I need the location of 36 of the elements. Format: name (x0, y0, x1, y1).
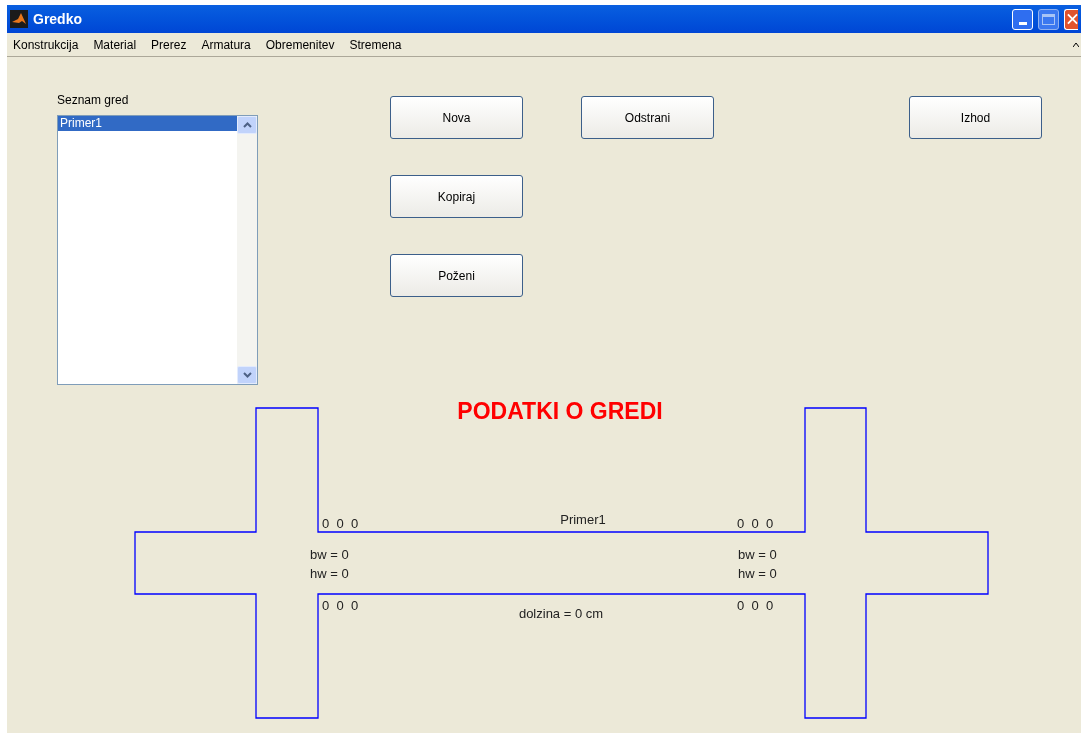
menu-item[interactable]: Material (93, 35, 137, 54)
top-left-values: 0 0 0 (322, 515, 359, 533)
list-label: Seznam gred (57, 92, 130, 109)
close-button[interactable] (1064, 8, 1078, 30)
beam-length-label: dolzina = 0 cm (517, 605, 605, 623)
scroll-down-button[interactable] (237, 366, 257, 384)
menu-item[interactable]: Armatura (201, 35, 251, 54)
minimize-button[interactable] (1012, 8, 1033, 30)
push-button[interactable]: Kopiraj (390, 175, 523, 218)
app-icon (10, 10, 28, 28)
push-button[interactable]: Izhod (909, 96, 1042, 139)
push-button[interactable]: Poženi (390, 254, 523, 297)
push-button[interactable]: Nova (390, 96, 523, 139)
hw-left-label: hw = 0 (310, 565, 349, 583)
bottom-right-values: 0 0 0 (737, 597, 774, 615)
menu-item[interactable]: Prerez (151, 35, 187, 54)
minimize-icon (1018, 21, 1027, 25)
maximize-icon (1042, 13, 1055, 25)
bw-right-label: bw = 0 (738, 546, 777, 564)
scrollbar[interactable] (237, 116, 257, 384)
window-title: Gredko (33, 9, 82, 29)
push-button[interactable]: Odstrani (581, 96, 714, 139)
top-right-values: 0 0 0 (737, 515, 774, 533)
maximize-button[interactable] (1038, 8, 1059, 30)
beam-data-title: PODATKI O GREDI (456, 397, 664, 426)
list-item[interactable]: Primer1 (58, 116, 237, 131)
menu-item[interactable]: Konstrukcija (13, 35, 79, 54)
bw-left-label: bw = 0 (310, 546, 349, 564)
scroll-up-button[interactable] (237, 116, 257, 134)
menu-item[interactable]: Stremena (349, 35, 402, 54)
close-icon (1067, 13, 1078, 25)
hw-right-label: hw = 0 (738, 565, 777, 583)
beam-list[interactable]: Primer1 (57, 115, 258, 385)
menu-item[interactable]: Obremenitev (265, 35, 335, 54)
beam-name: Primer1 (559, 511, 607, 529)
bottom-left-values: 0 0 0 (322, 597, 359, 615)
